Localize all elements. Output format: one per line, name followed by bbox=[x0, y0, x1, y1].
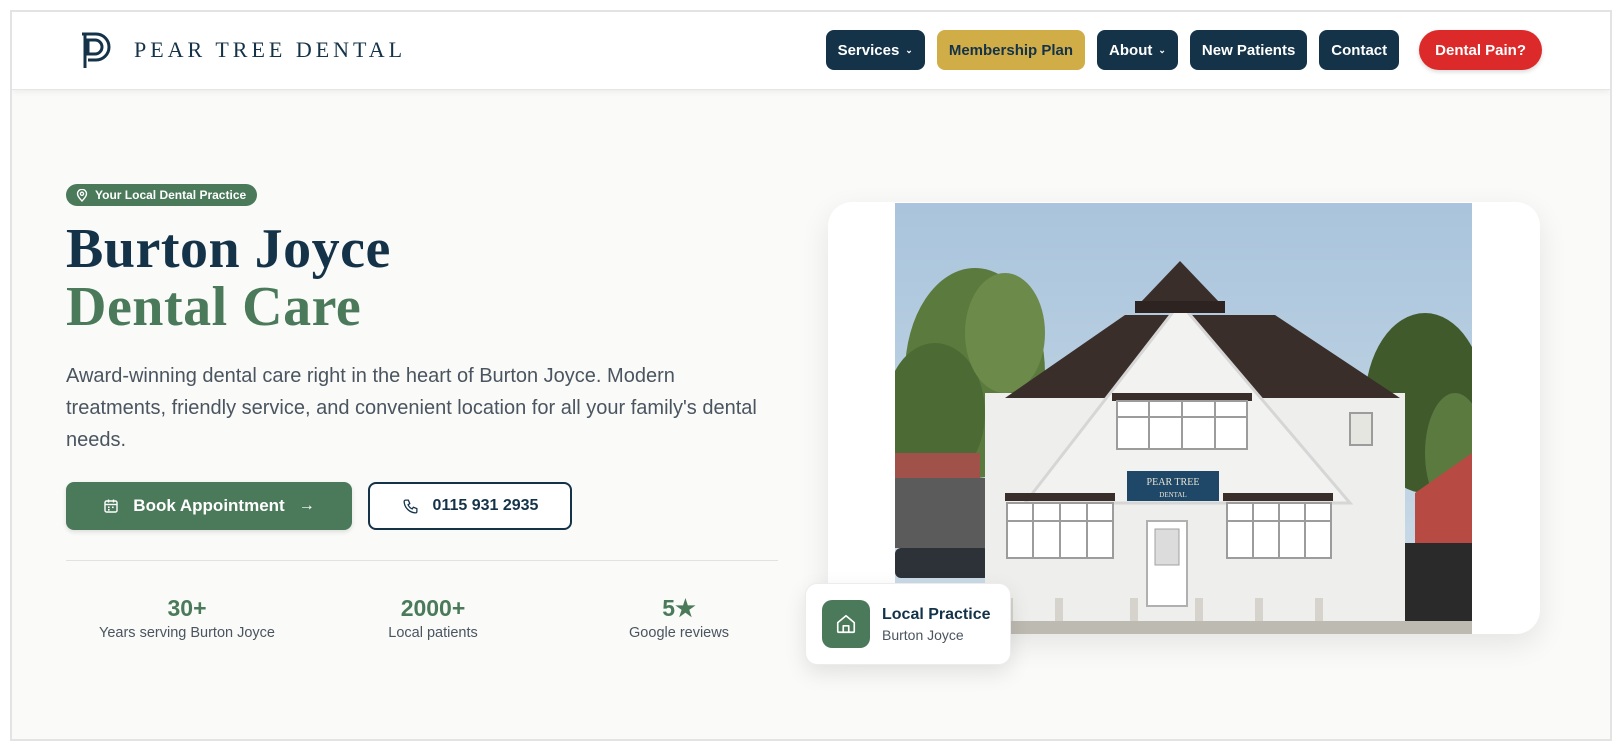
title-line-2: Dental Care bbox=[66, 276, 362, 338]
logo[interactable]: PEAR TREE DENTAL bbox=[78, 30, 406, 70]
stat-value: 5★ bbox=[662, 595, 696, 621]
page-frame: PEAR TREE DENTAL Services ⌄ Membership P… bbox=[10, 10, 1612, 741]
nav-new-patients-button[interactable]: New Patients bbox=[1189, 30, 1308, 70]
badge-label: Your Local Dental Practice bbox=[95, 188, 247, 202]
chevron-down-icon: ⌄ bbox=[905, 44, 913, 55]
dental-pain-label: Dental Pain? bbox=[1435, 41, 1526, 59]
home-icon bbox=[822, 600, 870, 648]
phone-button[interactable]: 0115 931 2935 bbox=[368, 482, 572, 530]
main-nav: Services ⌄ Membership Plan About ⌄ New P… bbox=[814, 30, 1542, 70]
calendar-icon bbox=[104, 499, 118, 513]
sign-text-2: DENTAL bbox=[1159, 491, 1186, 499]
dental-pain-button[interactable]: Dental Pain? bbox=[1419, 30, 1542, 70]
chevron-down-icon: ⌄ bbox=[1158, 44, 1166, 55]
site-header: PEAR TREE DENTAL Services ⌄ Membership P… bbox=[12, 12, 1610, 90]
nav-services-label: Services bbox=[837, 41, 900, 59]
stat-reviews: 5★ Google reviews bbox=[556, 594, 802, 641]
arrow-right-icon: → bbox=[298, 497, 315, 514]
stat-label: Google reviews bbox=[629, 625, 729, 641]
stat-label: Local patients bbox=[388, 625, 478, 641]
hero-description: Award-winning dental care right in the h… bbox=[66, 365, 757, 451]
stat-value: 30+ bbox=[167, 595, 207, 621]
sign-text-1: PEAR TREE bbox=[1147, 477, 1200, 488]
local-practice-title: Local Practice bbox=[882, 605, 991, 623]
stat-value: 2000+ bbox=[400, 595, 466, 621]
book-appointment-label: Book Appointment bbox=[133, 496, 285, 515]
stat-years: 30+ Years serving Burton Joyce bbox=[64, 594, 310, 641]
nav-about-button[interactable]: About ⌄ bbox=[1097, 30, 1178, 70]
local-practice-subtitle: Burton Joyce bbox=[882, 626, 964, 643]
title-line-1: Burton Joyce bbox=[66, 218, 391, 280]
phone-icon bbox=[403, 498, 418, 514]
brand-name: PEAR TREE DENTAL bbox=[134, 37, 407, 62]
location-badge: Your Local Dental Practice bbox=[66, 184, 258, 206]
local-practice-card: Local Practice Burton Joyce bbox=[805, 583, 1011, 665]
nav-new-patients-label: New Patients bbox=[1201, 41, 1296, 59]
nav-membership-label: Membership Plan bbox=[948, 41, 1074, 59]
nav-contact-button[interactable]: Contact bbox=[1319, 30, 1400, 70]
stats-divider bbox=[66, 560, 778, 561]
book-appointment-button[interactable]: Book Appointment → bbox=[66, 482, 352, 530]
page-title: Burton Joyce Dental Care bbox=[66, 220, 391, 336]
nav-membership-button[interactable]: Membership Plan bbox=[936, 30, 1086, 70]
map-pin-icon bbox=[76, 188, 88, 202]
stat-patients: 2000+ Local patients bbox=[310, 594, 556, 641]
stat-label: Years serving Burton Joyce bbox=[99, 625, 275, 641]
phone-label: 0115 931 2935 bbox=[432, 497, 539, 514]
nav-contact-label: Contact bbox=[1331, 41, 1388, 59]
pd-monogram-icon bbox=[82, 32, 111, 68]
nav-about-label: About bbox=[1109, 41, 1153, 59]
practice-building-photo: PEAR TREE DENTAL bbox=[895, 203, 1472, 634]
nav-services-button[interactable]: Services ⌄ bbox=[825, 30, 925, 70]
